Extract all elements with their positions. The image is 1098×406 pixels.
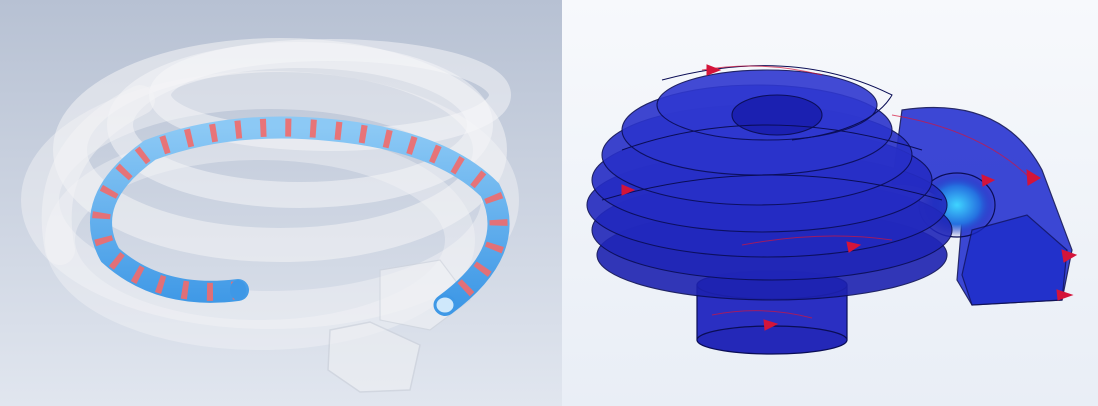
simulation-render: [562, 0, 1098, 406]
cad-render-panel: [0, 0, 562, 406]
cad-render: [0, 0, 562, 406]
simulation-render-panel: [562, 0, 1098, 406]
figure: [0, 0, 1098, 406]
